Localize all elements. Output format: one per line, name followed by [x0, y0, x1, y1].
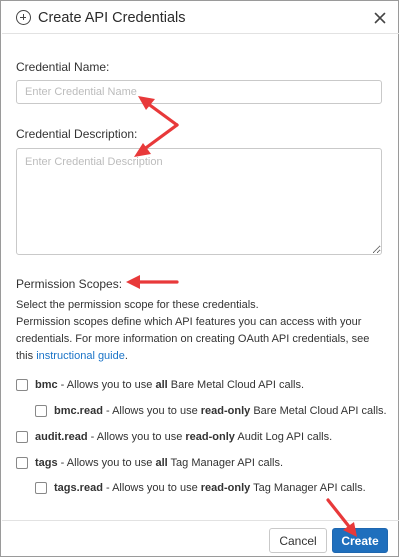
scope-text: - Allows you to use: [57, 379, 156, 391]
scope-text: Bare Metal Cloud API calls.: [250, 405, 387, 417]
scope-emphasis: read-only: [200, 482, 251, 494]
close-icon[interactable]: [372, 10, 388, 26]
permission-description-line: Select the permission scope for these cr…: [16, 299, 259, 311]
footer-divider: [2, 520, 399, 521]
scope-text: Audit Log API calls.: [234, 431, 333, 443]
scope-row-bmc-read: bmc.read - Allows you to use read-only B…: [54, 404, 387, 418]
scope-text: - Allows you to use: [102, 482, 201, 494]
scope-checkbox-bmc[interactable]: [16, 379, 28, 391]
scope-row-bmc: bmc - Allows you to use all Bare Metal C…: [35, 378, 304, 392]
scope-emphasis: read-only: [200, 405, 251, 417]
scope-name: bmc: [35, 379, 58, 391]
scope-checkbox-audit-read[interactable]: [16, 431, 28, 443]
scope-text: - Allows you to use: [102, 405, 201, 417]
scope-checkbox-tags-read[interactable]: [35, 482, 47, 494]
credential-name-label: Credential Name:: [16, 60, 110, 74]
create-button[interactable]: Create: [332, 528, 388, 553]
scope-emphasis: read-only: [185, 431, 235, 443]
scope-checkbox-tags[interactable]: [16, 457, 28, 469]
permission-description-line: credentials. For more information on cre…: [16, 333, 370, 345]
scope-row-tags: tags - Allows you to use all Tag Manager…: [35, 456, 283, 470]
permission-scopes-heading: Permission Scopes:: [16, 277, 123, 291]
scope-text: Tag Manager API calls.: [250, 482, 366, 494]
permission-description-line: this instructional guide.: [16, 348, 128, 364]
dialog-title: Create API Credentials: [38, 10, 186, 26]
credential-description-textarea[interactable]: [16, 148, 382, 255]
scope-text: - Allows you to use: [87, 431, 186, 443]
scope-text: Bare Metal Cloud API calls.: [167, 379, 305, 391]
scope-name: tags.read: [54, 482, 103, 494]
dialog: Create API Credentials Credential Name: …: [0, 0, 399, 557]
scope-name: audit.read: [35, 431, 88, 443]
credential-description-label: Credential Description:: [16, 127, 138, 141]
permission-line-prefix: this: [16, 350, 37, 362]
scope-checkbox-bmc-read[interactable]: [35, 405, 47, 417]
permission-description-line: Permission scopes define which API featu…: [16, 316, 362, 328]
permission-line-suffix: .: [124, 350, 128, 362]
credential-name-input[interactable]: [16, 80, 382, 104]
scope-text: Tag Manager API calls.: [167, 457, 284, 469]
scope-emphasis: all: [155, 457, 168, 469]
scope-text: - Allows you to use: [57, 457, 156, 469]
scope-row-tags-read: tags.read - Allows you to use read-only …: [54, 481, 366, 495]
cancel-button[interactable]: Cancel: [269, 528, 327, 553]
plus-circle-icon: [16, 10, 31, 25]
instructional-guide-link[interactable]: instructional guide: [36, 350, 125, 362]
scope-emphasis: all: [155, 379, 168, 391]
dialog-header: Create API Credentials: [2, 2, 399, 34]
scope-row-audit-read: audit.read - Allows you to use read-only…: [35, 430, 332, 444]
scope-name: tags: [35, 457, 58, 469]
scope-name: bmc.read: [54, 405, 103, 417]
